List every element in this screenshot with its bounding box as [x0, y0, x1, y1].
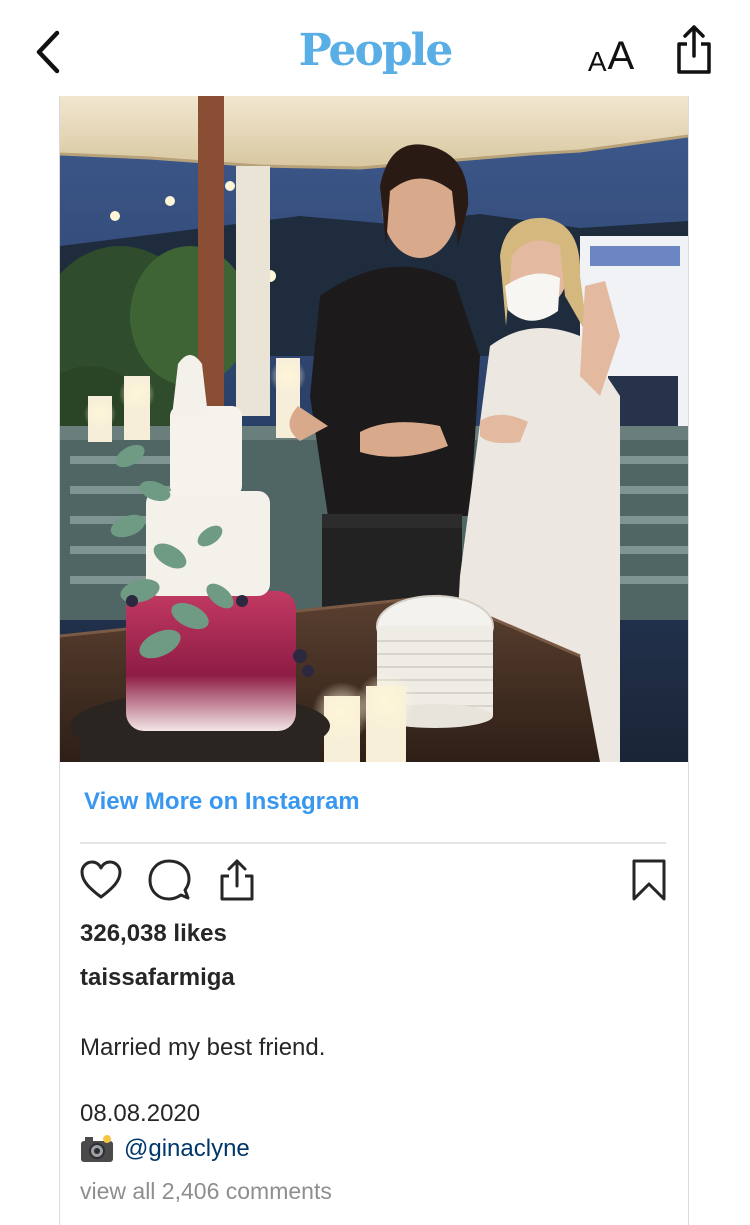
bookmark-icon: [632, 859, 666, 901]
article-page: People A A View More on Instagram 326,03…: [0, 0, 750, 1225]
text-size-small-label: A: [587, 46, 607, 77]
share-button[interactable]: [670, 22, 718, 78]
divider: [80, 842, 666, 844]
brand-logo[interactable]: People: [299, 22, 454, 78]
post-action-row: [78, 856, 670, 906]
text-size-large-label: A: [607, 34, 635, 78]
share-icon: [220, 859, 254, 901]
comment-button[interactable]: [146, 856, 192, 904]
share-icon: [677, 25, 711, 74]
text-size-button[interactable]: A A: [582, 30, 640, 76]
instagram-embed: View More on Instagram 326,038 likes tai…: [59, 96, 689, 1225]
back-button[interactable]: [28, 26, 68, 78]
camera-icon: [81, 1135, 113, 1162]
view-more-on-instagram-link[interactable]: View More on Instagram: [84, 788, 360, 816]
photographer-handle-link[interactable]: @ginaclyne: [124, 1135, 250, 1163]
post-photo[interactable]: [60, 96, 688, 762]
top-nav-bar: People A A: [0, 0, 750, 96]
post-share-button[interactable]: [214, 856, 260, 904]
photo-credit: @ginaclyne: [80, 1132, 250, 1166]
like-button[interactable]: [78, 856, 124, 904]
heart-icon: [80, 860, 122, 899]
likes-count: 326,038 likes: [80, 920, 227, 947]
post-date: 08.08.2020: [80, 1100, 201, 1127]
comment-icon: [148, 859, 191, 901]
save-button[interactable]: [626, 856, 672, 904]
post-username[interactable]: taissafarmiga: [80, 964, 235, 992]
post-caption: Married my best friend.: [80, 1034, 326, 1061]
chevron-left-icon: [36, 30, 60, 74]
view-all-comments-link[interactable]: view all 2,406 comments: [80, 1178, 332, 1205]
